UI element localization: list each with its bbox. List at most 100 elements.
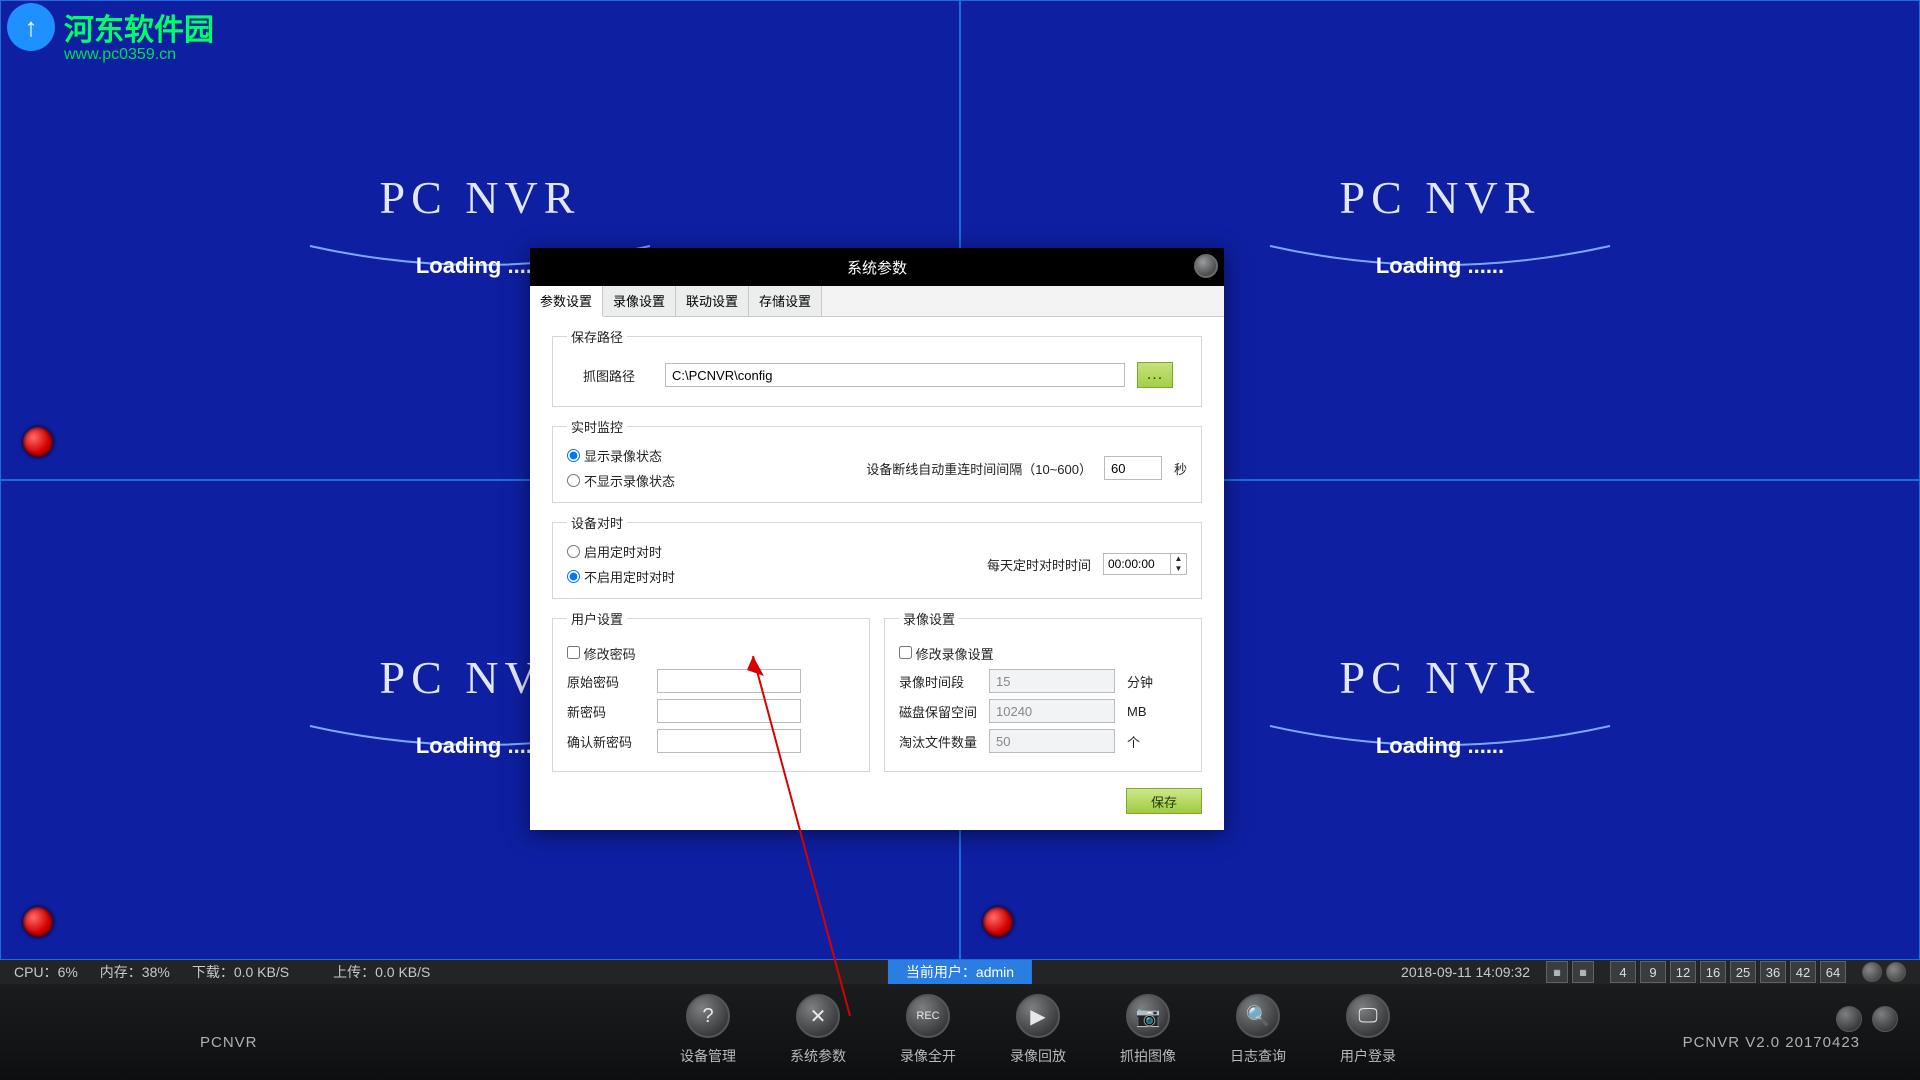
legend-save-path: 保存路径 [567, 327, 627, 346]
toolbar-label: 日志查询 [1230, 1046, 1286, 1066]
dialog-tabs: 参数设置 录像设置 联动设置 存储设置 [530, 286, 1224, 317]
legend-user: 用户设置 [567, 609, 627, 628]
radio-show-status[interactable]: 显示录像状态 [567, 446, 675, 465]
layout-num-42[interactable]: 42 [1790, 961, 1816, 983]
segment-input[interactable] [989, 669, 1115, 693]
tab-linkage[interactable]: 联动设置 [676, 286, 749, 316]
status-bar: CPU：6% 内存：38% 下载：0.0 KB/S 上传：0.0 KB/S 当前… [0, 960, 1920, 984]
monitor-icon: 🖵 [1346, 994, 1390, 1038]
main-toolbar: PCNVR ? 设备管理 ✕ 系统参数 REC 录像全开 ▶ 录像回放 📷抓拍图像 🔍日… [0, 984, 1920, 1080]
reconnect-unit: 秒 [1174, 459, 1187, 478]
layout-num-64[interactable]: 64 [1820, 961, 1846, 983]
toolbar-label: 系统参数 [790, 1046, 846, 1066]
legend-realtime: 实时监控 [567, 417, 627, 436]
play-icon: ▶ [1016, 994, 1060, 1038]
rec-icon: REC [906, 994, 950, 1038]
close-button[interactable] [1194, 254, 1218, 278]
reconnect-input[interactable] [1104, 456, 1162, 480]
layout-num-4[interactable]: 4 [1610, 961, 1636, 983]
tab-record[interactable]: 录像设置 [603, 286, 676, 316]
old-pw-label: 原始密码 [567, 672, 645, 691]
legend-device-time: 设备对时 [567, 513, 627, 532]
new-pw-input[interactable] [657, 699, 801, 723]
toolbar-label: 录像回放 [1010, 1046, 1066, 1066]
layout-num-12[interactable]: 12 [1670, 961, 1696, 983]
dialog-header: 系统参数 [530, 248, 1224, 286]
checkbox-input[interactable] [899, 646, 912, 659]
segment-unit: 分钟 [1127, 672, 1153, 691]
radio-input[interactable] [567, 570, 580, 583]
group-save-path: 保存路径 抓图路径 ... [552, 327, 1202, 407]
segment-label: 录像时间段 [899, 672, 977, 691]
tools-icon: ✕ [796, 994, 840, 1038]
cpu-label: CPU： [14, 962, 58, 982]
purge-unit: 个 [1127, 732, 1140, 751]
dialog-panel: 保存路径 抓图路径 ... 实时监控 显示录像状态 不显示录像状态 设备断线自动… [530, 317, 1224, 830]
radio-input[interactable] [567, 545, 580, 558]
toolbar-system-params[interactable]: ✕ 系统参数 [790, 994, 846, 1066]
checkbox-label: 修改录像设置 [916, 647, 994, 662]
checkbox-input[interactable] [567, 646, 580, 659]
memory-label: 内存： [100, 962, 142, 982]
system-params-dialog: 系统参数 参数设置 录像设置 联动设置 存储设置 保存路径 抓图路径 ... 实… [530, 248, 1224, 830]
record-indicator-icon [23, 427, 53, 457]
toolbar-small-2-icon[interactable] [1872, 1006, 1898, 1032]
capture-path-input[interactable] [665, 363, 1125, 387]
question-icon: ? [686, 994, 730, 1038]
record-indicator-icon [23, 907, 53, 937]
layout-num-16[interactable]: 16 [1700, 961, 1726, 983]
reconnect-label: 设备断线自动重连时间间隔（10~600） [866, 459, 1092, 478]
toolbar-small-1-icon[interactable] [1836, 1006, 1862, 1032]
radio-input[interactable] [567, 449, 580, 462]
radio-label: 显示录像状态 [584, 446, 662, 465]
toolbar-user-login[interactable]: 🖵 用户登录 [1340, 994, 1396, 1066]
group-device-time: 设备对时 启用定时对时 不启用定时对时 每天定时对时时间 ▲▼ [552, 513, 1202, 599]
user-label: 当前用户： [906, 962, 976, 982]
group-realtime: 实时监控 显示录像状态 不显示录像状态 设备断线自动重连时间间隔（10~600）… [552, 417, 1202, 503]
brand-left: PCNVR [200, 1034, 258, 1051]
save-button[interactable]: 保存 [1126, 788, 1202, 814]
spinner-buttons[interactable]: ▲▼ [1171, 553, 1187, 575]
layout-num-25[interactable]: 25 [1730, 961, 1756, 983]
memory-value: 38% [142, 964, 170, 980]
layout-num-36[interactable]: 36 [1760, 961, 1786, 983]
browse-button[interactable]: ... [1137, 362, 1173, 388]
toolbar-snapshot[interactable]: 📷抓拍图像 [1120, 994, 1176, 1066]
radio-input[interactable] [567, 474, 580, 487]
toolbar-label: 录像全开 [900, 1046, 956, 1066]
upload-label: 上传： [333, 962, 375, 982]
toolbar-record-all[interactable]: REC 录像全开 [900, 994, 956, 1066]
daily-sync-input[interactable] [1103, 553, 1171, 575]
capture-path-label: 抓图路径 [567, 366, 653, 385]
toolbar-label: 抓拍图像 [1120, 1046, 1176, 1066]
checkbox-modify-pw[interactable]: 修改密码 [567, 644, 636, 663]
radio-disable-sync[interactable]: 不启用定时对时 [567, 567, 675, 586]
confirm-pw-input[interactable] [657, 729, 801, 753]
toolbar-label: 设备管理 [680, 1046, 736, 1066]
toolbar-device-manage[interactable]: ? 设备管理 [680, 994, 736, 1066]
radio-label: 不显示录像状态 [584, 471, 675, 490]
watermark-logo-icon: ↑ [4, 0, 58, 54]
purge-input[interactable] [989, 729, 1115, 753]
layout-grid-1-icon[interactable]: ▦ [1546, 961, 1568, 983]
layout-grid-2-icon[interactable]: ▦ [1572, 961, 1594, 983]
toolbar-log-query[interactable]: 🔍日志查询 [1230, 994, 1286, 1066]
disk-input[interactable] [989, 699, 1115, 723]
checkbox-modify-rec[interactable]: 修改录像设置 [899, 644, 994, 663]
tab-params[interactable]: 参数设置 [530, 286, 603, 317]
layout-num-9[interactable]: 9 [1640, 961, 1666, 983]
record-indicator-icon [983, 907, 1013, 937]
group-user-settings: 用户设置 修改密码 原始密码 新密码 确认新密码 [552, 609, 870, 772]
dialog-title: 系统参数 [847, 257, 907, 278]
daily-sync-label: 每天定时对时时间 [987, 555, 1091, 574]
radio-enable-sync[interactable]: 启用定时对时 [567, 542, 675, 561]
download-label: 下载： [192, 962, 234, 982]
daily-sync-spinner[interactable]: ▲▼ [1103, 553, 1187, 575]
toolbar-playback[interactable]: ▶ 录像回放 [1010, 994, 1066, 1066]
old-pw-input[interactable] [657, 669, 801, 693]
radio-hide-status[interactable]: 不显示录像状态 [567, 471, 675, 490]
status-circle-2-icon[interactable] [1886, 962, 1906, 982]
tab-storage[interactable]: 存储设置 [749, 286, 822, 316]
status-circle-1-icon[interactable] [1862, 962, 1882, 982]
toolbar-label: 用户登录 [1340, 1046, 1396, 1066]
